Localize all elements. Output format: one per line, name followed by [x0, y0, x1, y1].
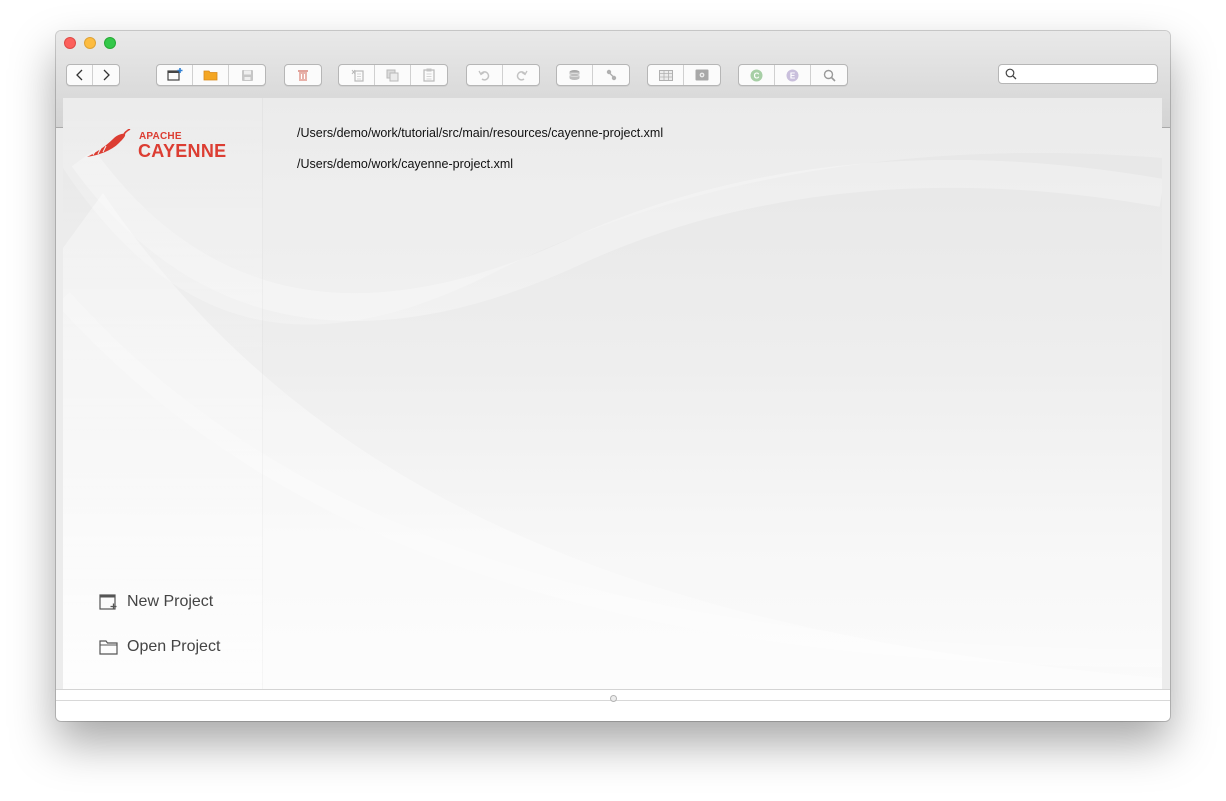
app-window: C E APACHE CAYENNE New Project Open Proj…	[56, 31, 1170, 721]
zoom-window-button[interactable]	[104, 37, 116, 49]
remove-group	[284, 64, 322, 86]
datanode-group	[556, 64, 630, 86]
forward-icon	[103, 69, 110, 81]
create-entity-button[interactable]: E	[775, 65, 811, 85]
save-icon	[241, 69, 253, 81]
svg-text:E: E	[790, 71, 796, 80]
new-project-link[interactable]: New Project	[99, 590, 213, 614]
split-grip-handle[interactable]	[610, 695, 617, 702]
create-table-icon	[658, 69, 673, 81]
forward-button[interactable]	[93, 65, 119, 85]
create-datanode-icon	[569, 70, 580, 80]
bottom-split-pane	[56, 689, 1170, 721]
welcome-panel: APACHE CAYENNE New Project Open Project …	[63, 98, 1162, 689]
back-button[interactable]	[67, 65, 93, 85]
clipboard-group	[338, 64, 448, 86]
copy-toolbar-button[interactable]	[375, 65, 411, 85]
create-relationship-icon	[606, 69, 616, 81]
search-icon	[1005, 68, 1017, 80]
open-project-toolbar-button[interactable]	[193, 65, 229, 85]
new-project-toolbar-button[interactable]	[157, 65, 193, 85]
close-window-button[interactable]	[64, 37, 76, 49]
recent-project-item[interactable]: /Users/demo/work/tutorial/src/main/resou…	[297, 126, 663, 140]
chili-pepper-icon	[87, 129, 131, 157]
remove-toolbar-button[interactable]	[285, 65, 321, 85]
new-project-icon	[166, 68, 182, 81]
create-relationship-button[interactable]	[593, 65, 629, 85]
cut-icon	[351, 69, 364, 82]
object-group: C E	[738, 64, 848, 86]
back-icon	[75, 69, 82, 81]
open-project-icon	[203, 70, 218, 81]
new-project-label: New Project	[127, 593, 214, 610]
paste-toolbar-button[interactable]	[411, 65, 447, 85]
query-button[interactable]	[811, 65, 847, 85]
undo-icon	[478, 70, 490, 81]
save-toolbar-button[interactable]	[229, 65, 265, 85]
svg-text:C: C	[754, 71, 760, 80]
navigation-group	[66, 64, 120, 86]
new-project-icon	[99, 594, 117, 610]
search-input[interactable]	[1021, 66, 1155, 82]
search-field[interactable]	[998, 64, 1158, 84]
dbentity-group	[647, 64, 721, 86]
create-datanode-button[interactable]	[557, 65, 593, 85]
minimize-window-button[interactable]	[84, 37, 96, 49]
remove-icon	[298, 69, 308, 81]
create-table-button[interactable]	[648, 65, 684, 85]
create-class-button[interactable]: C	[739, 65, 775, 85]
recent-project-item[interactable]: /Users/demo/work/cayenne-project.xml	[297, 157, 513, 171]
open-project-link[interactable]: Open Project	[99, 635, 220, 659]
undo-toolbar-button[interactable]	[467, 65, 503, 85]
history-group	[466, 64, 540, 86]
create-procedure-button[interactable]	[684, 65, 720, 85]
paste-icon	[423, 68, 435, 82]
logo-text-cayenne: CAYENNE	[138, 141, 227, 161]
copy-icon	[386, 69, 399, 81]
create-entity-icon: E	[786, 69, 799, 81]
open-project-label: Open Project	[127, 638, 221, 655]
project-group	[156, 64, 266, 86]
folder-icon	[99, 640, 118, 655]
create-class-icon: C	[750, 69, 763, 81]
redo-toolbar-button[interactable]	[503, 65, 539, 85]
query-icon	[823, 69, 836, 82]
cut-toolbar-button[interactable]	[339, 65, 375, 85]
create-procedure-icon	[695, 69, 709, 81]
redo-icon	[516, 70, 528, 81]
sidebar: APACHE CAYENNE New Project Open Project	[63, 98, 263, 689]
